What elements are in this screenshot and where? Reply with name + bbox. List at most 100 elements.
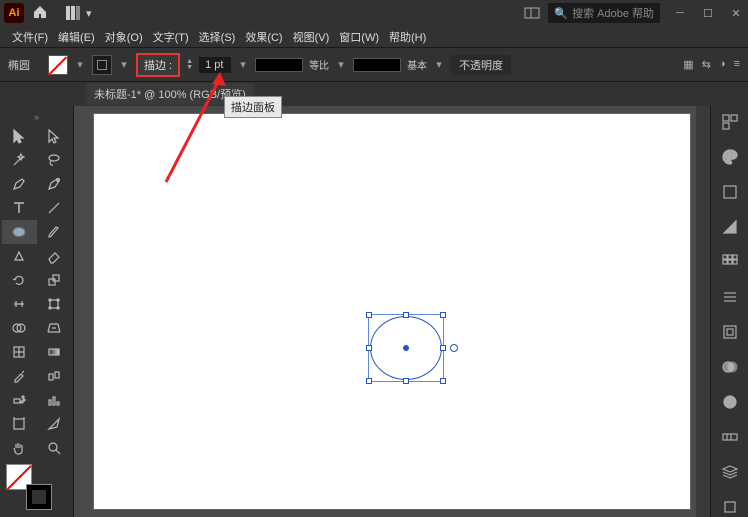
artboards-panel-icon[interactable]: [719, 496, 741, 517]
line-segment-tool[interactable]: [37, 196, 72, 220]
app-logo: Ai: [4, 3, 24, 23]
workspace-switcher[interactable]: ▾: [60, 4, 98, 22]
properties-panel-icon[interactable]: [719, 112, 741, 133]
center-point[interactable]: [403, 345, 409, 351]
fill-stroke-indicator[interactable]: [2, 460, 71, 504]
selected-ellipse[interactable]: [370, 316, 442, 380]
handle-top-left[interactable]: [366, 312, 372, 318]
artboard[interactable]: [94, 114, 690, 509]
ellipse-tool[interactable]: [2, 220, 37, 244]
stroke-weight-field[interactable]: 1 pt: [199, 57, 231, 73]
stroke-swatch[interactable]: [92, 55, 112, 75]
handle-bottom-right[interactable]: [440, 378, 446, 384]
width-profile-dropdown-icon[interactable]: ▾: [335, 58, 347, 71]
tools-panel: »: [0, 106, 74, 517]
menu-type[interactable]: 文字(T): [149, 27, 193, 47]
shaper-tool[interactable]: [2, 244, 37, 268]
active-tool-name: 椭圆: [8, 57, 30, 73]
title-bar: Ai ▾ 🔍 搜索 Adobe 帮助 ─ ☐ ✕: [0, 0, 748, 26]
stroke-panel-icon[interactable]: [719, 287, 741, 308]
pen-tool[interactable]: [2, 172, 37, 196]
brushes-panel-icon[interactable]: [719, 252, 741, 273]
menu-edit[interactable]: 编辑(E): [54, 27, 99, 47]
symbol-sprayer-tool[interactable]: [2, 388, 37, 412]
canvas-area[interactable]: [74, 106, 710, 517]
stroke-panel-link[interactable]: 描边 :: [136, 53, 180, 77]
hand-tool[interactable]: [2, 436, 37, 460]
minimize-button[interactable]: ─: [672, 7, 688, 20]
rotate-tool[interactable]: [2, 268, 37, 292]
stroke-panel-tooltip: 描边面板: [224, 96, 282, 118]
handle-bottom-left[interactable]: [366, 378, 372, 384]
stroke-weight-stepper[interactable]: ▲▼: [186, 59, 193, 71]
search-box[interactable]: 🔍 搜索 Adobe 帮助: [548, 3, 660, 23]
transform-panel-icon[interactable]: ⇆: [702, 58, 711, 71]
free-transform-tool[interactable]: [37, 292, 72, 316]
brush-label: 基本: [407, 57, 427, 72]
appearance-panel-icon[interactable]: [719, 391, 741, 412]
symbols-panel-icon[interactable]: [719, 322, 741, 343]
gradient-tool[interactable]: [37, 340, 72, 364]
artboard-tool[interactable]: [2, 412, 37, 436]
scale-tool[interactable]: [37, 268, 72, 292]
eraser-tool[interactable]: [37, 244, 72, 268]
handle-mid-left[interactable]: [366, 345, 372, 351]
brush-dropdown-icon[interactable]: ▾: [433, 58, 445, 71]
slice-tool[interactable]: [37, 412, 72, 436]
shape-builder-tool[interactable]: [2, 316, 37, 340]
paintbrush-tool[interactable]: [37, 220, 72, 244]
graphic-styles-panel-icon[interactable]: [719, 426, 741, 447]
align-panel-icon[interactable]: ▦: [683, 58, 693, 71]
menu-select[interactable]: 选择(S): [195, 27, 240, 47]
handle-mid-right[interactable]: [440, 345, 446, 351]
type-tool[interactable]: [2, 196, 37, 220]
width-tool[interactable]: [2, 292, 37, 316]
color-panel-icon[interactable]: [719, 147, 741, 168]
right-panel-dock: [710, 106, 748, 517]
opacity-link[interactable]: 不透明度: [451, 55, 511, 75]
search-icon: 🔍: [554, 7, 568, 20]
stroke-weight-dropdown-icon[interactable]: ▾: [237, 58, 249, 71]
doc-arrange-icon[interactable]: [524, 7, 540, 19]
perspective-grid-tool[interactable]: [37, 316, 72, 340]
menu-effect[interactable]: 效果(C): [241, 27, 286, 47]
swatches-panel-icon[interactable]: [719, 217, 741, 238]
libraries-panel-icon[interactable]: [719, 182, 741, 203]
magic-wand-tool[interactable]: [2, 148, 37, 172]
mesh-tool[interactable]: [2, 340, 37, 364]
width-profile-preview[interactable]: [255, 58, 303, 72]
curvature-tool[interactable]: [37, 172, 72, 196]
close-button[interactable]: ✕: [728, 7, 744, 20]
menu-help[interactable]: 帮助(H): [385, 27, 430, 47]
fill-swatch[interactable]: [48, 55, 68, 75]
toolbox-collapse-icon[interactable]: »: [2, 110, 71, 124]
menu-file[interactable]: 文件(F): [8, 27, 52, 47]
handle-top-center[interactable]: [403, 312, 409, 318]
width-profile-label: 等比: [309, 57, 329, 72]
handle-bottom-center[interactable]: [403, 378, 409, 384]
pie-widget[interactable]: [450, 344, 458, 352]
lasso-tool[interactable]: [37, 148, 72, 172]
blend-tool[interactable]: [37, 364, 72, 388]
search-placeholder: 搜索 Adobe 帮助: [572, 5, 654, 21]
more-options-icon[interactable]: ≡: [734, 58, 740, 71]
fill-dropdown-icon[interactable]: ▾: [74, 58, 86, 71]
menu-object[interactable]: 对象(O): [101, 27, 147, 47]
brush-preview[interactable]: [353, 58, 401, 72]
handle-top-right[interactable]: [440, 312, 446, 318]
home-icon[interactable]: [32, 4, 48, 23]
direct-selection-tool[interactable]: [37, 124, 72, 148]
isolate-icon[interactable]: ◑: [719, 58, 726, 71]
layers-panel-icon[interactable]: [719, 461, 741, 482]
vertical-scrollbar[interactable]: [696, 106, 710, 517]
stroke-indicator[interactable]: [26, 484, 52, 510]
zoom-tool[interactable]: [37, 436, 72, 460]
stroke-dropdown-icon[interactable]: ▾: [118, 58, 130, 71]
eyedropper-tool[interactable]: [2, 364, 37, 388]
menu-window[interactable]: 窗口(W): [335, 27, 383, 47]
column-graph-tool[interactable]: [37, 388, 72, 412]
maximize-button[interactable]: ☐: [700, 7, 716, 20]
menu-view[interactable]: 视图(V): [289, 27, 334, 47]
selection-tool[interactable]: [2, 124, 37, 148]
transparency-panel-icon[interactable]: [719, 356, 741, 377]
